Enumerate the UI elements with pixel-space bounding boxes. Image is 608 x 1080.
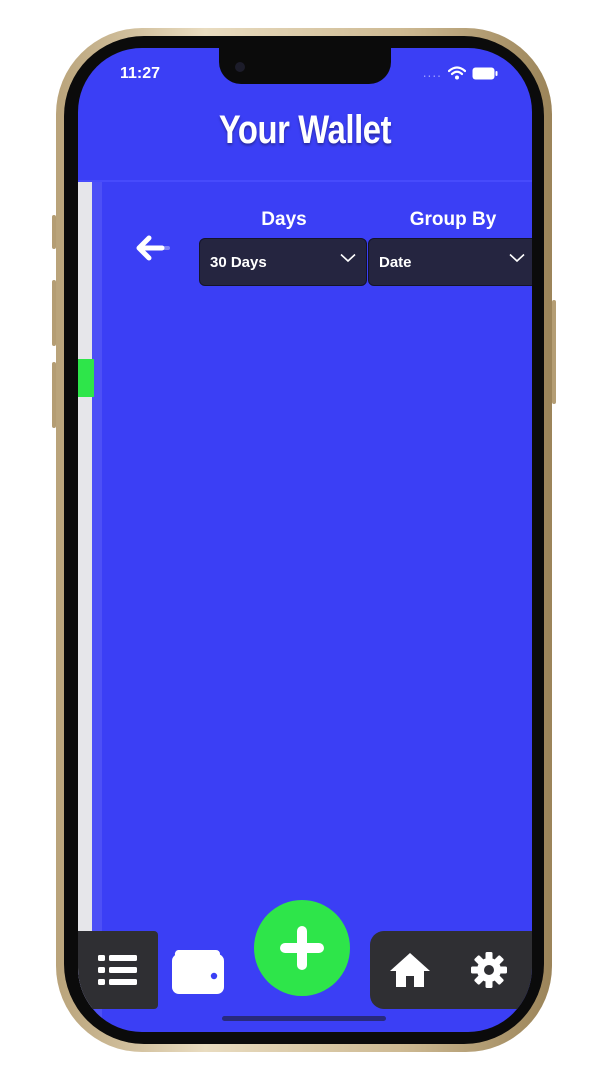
group-by-label: Group By: [409, 209, 497, 230]
home-indicator: [222, 1016, 386, 1021]
back-arrow-icon[interactable]: [128, 228, 176, 268]
selected-indicator: [78, 359, 94, 397]
side-drawer-edge: [78, 182, 92, 1032]
side-drawer-shadow: [92, 182, 102, 1032]
days-select-value: 30 Days: [210, 253, 267, 271]
group-by-select-value: Date: [379, 253, 412, 271]
status-time: 11:27: [120, 65, 161, 82]
wallet-icon[interactable]: [170, 948, 226, 996]
header-divider: [78, 180, 532, 182]
plus-icon: [280, 926, 324, 970]
chevron-down-icon: [509, 253, 525, 263]
nav-left-pill: [78, 931, 158, 1009]
battery-icon: [472, 67, 498, 79]
app-screen: 11:27 .... Your Wallet Days Group By 30 …: [78, 48, 532, 1032]
wifi-icon: [448, 66, 466, 80]
nav-right-pill: [370, 931, 532, 1009]
list-icon[interactable]: [98, 953, 138, 987]
days-label: Days: [261, 209, 307, 230]
group-by-select[interactable]: Date: [368, 238, 532, 286]
mute-switch: [52, 215, 56, 249]
home-icon[interactable]: [388, 951, 432, 989]
status-icons: ....: [423, 66, 498, 80]
volume-up-button: [52, 280, 56, 346]
days-select[interactable]: 30 Days: [199, 238, 367, 286]
volume-down-button: [52, 362, 56, 428]
add-transaction-button[interactable]: [254, 900, 350, 996]
power-button: [552, 300, 556, 404]
signal-dots: ....: [422, 66, 442, 80]
chevron-down-icon: [340, 253, 356, 263]
front-camera: [235, 62, 245, 72]
settings-gear-icon[interactable]: [470, 951, 508, 989]
notch: [219, 48, 391, 84]
page-title: Your Wallet: [218, 108, 392, 152]
